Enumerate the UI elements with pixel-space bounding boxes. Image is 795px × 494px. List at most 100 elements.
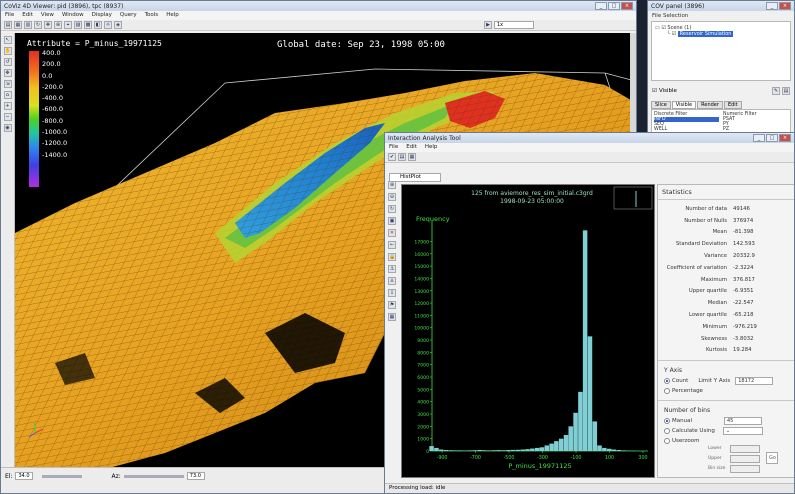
tab-edit[interactable]: Edit [723, 101, 742, 109]
view-icon[interactable]: ◉ [3, 124, 12, 132]
el-field[interactable]: 34.0 [15, 472, 34, 480]
grid-icon[interactable]: ▩ [84, 21, 92, 29]
binsize-field[interactable] [730, 465, 760, 474]
histogram-bar[interactable] [515, 449, 521, 451]
histogram-bar[interactable] [611, 449, 617, 451]
histogram-bar[interactable] [506, 450, 511, 451]
histogram-bar[interactable] [558, 438, 564, 451]
lower-field[interactable] [730, 445, 760, 454]
histogram-bar[interactable] [458, 450, 463, 451]
anchor-icon[interactable]: ⚓ [388, 265, 396, 273]
print-icon[interactable]: ▤ [398, 153, 406, 161]
percentage-radio[interactable]: Percentage [658, 386, 794, 396]
close-button[interactable]: × [779, 2, 791, 10]
rotate-icon[interactable]: ↻ [34, 21, 42, 29]
histogram-bar[interactable] [592, 421, 598, 451]
pan-icon[interactable]: ✥ [44, 21, 52, 29]
histogram-bar[interactable] [491, 450, 497, 451]
histogram-bar[interactable] [448, 450, 454, 451]
filter-icon[interactable]: ◈ [114, 21, 122, 29]
menu-edit[interactable]: Edit [406, 144, 417, 151]
calculate-radio[interactable]: Calculate Using ⌄ [658, 426, 794, 436]
select-icon[interactable]: ↖ [3, 36, 12, 44]
menu-window[interactable]: Window [62, 12, 84, 19]
userzoom-radio[interactable]: Userzoom [658, 436, 794, 446]
visible-checkbox[interactable]: ☑ [652, 88, 657, 94]
layers-icon[interactable]: ▤ [782, 87, 790, 95]
light-icon[interactable]: ☼ [104, 21, 112, 29]
histogram-bar[interactable] [438, 449, 444, 451]
histogram-bar[interactable] [510, 449, 516, 451]
histogram-bar[interactable] [482, 450, 487, 451]
menu-view[interactable]: View [41, 12, 54, 19]
menu-display[interactable]: Display [92, 12, 112, 19]
zoom-in-icon[interactable]: ⊕ [388, 181, 396, 189]
histogram-bar[interactable] [472, 450, 478, 451]
close-button[interactable]: × [779, 134, 791, 142]
save-icon[interactable]: ▦ [14, 21, 22, 29]
histogram-bar[interactable] [520, 449, 526, 451]
scale-icon[interactable]: ⇲ [3, 80, 12, 88]
histogram-bar[interactable] [568, 426, 573, 451]
histogram-bar[interactable] [477, 450, 482, 451]
histogram-bar[interactable] [597, 445, 602, 451]
print-icon[interactable]: ▥ [24, 21, 32, 29]
histogram-bar[interactable] [429, 446, 434, 451]
histogram-bar[interactable] [563, 434, 569, 451]
tab-slice[interactable]: Slice [651, 101, 671, 109]
count-radio[interactable]: Count Limit Y Axis 18172 [658, 376, 794, 386]
menu-help[interactable]: Help [425, 144, 438, 151]
az-field[interactable]: 73.0 [186, 472, 205, 480]
histogram-bar[interactable] [621, 450, 626, 451]
histogram-bar[interactable] [606, 448, 612, 451]
menu-query[interactable]: Query [120, 12, 137, 19]
select-icon[interactable]: ▣ [388, 217, 396, 225]
menu-tools[interactable]: Tools [145, 12, 159, 19]
speed-combo[interactable]: 1x [494, 21, 534, 29]
histogram-bar[interactable] [467, 450, 473, 451]
hand-icon[interactable]: ✋ [3, 47, 12, 55]
maximize-button[interactable]: □ [608, 2, 620, 10]
histogram-bar[interactable] [453, 450, 458, 451]
person-icon[interactable]: ♙ [388, 277, 396, 285]
home-icon[interactable]: ⌂ [3, 91, 12, 99]
tab-render[interactable]: Render [697, 101, 723, 109]
preview-box[interactable] [613, 186, 653, 210]
back-icon[interactable]: ← [388, 241, 396, 249]
histogram-bar[interactable] [587, 336, 593, 451]
zoom-out-icon[interactable]: − [3, 113, 12, 121]
export-icon[interactable]: ⇩ [388, 289, 396, 297]
maximize-button[interactable]: □ [766, 134, 778, 142]
histogram-bar[interactable] [573, 412, 578, 451]
histogram-bar[interactable] [443, 450, 449, 451]
histogram-bar[interactable] [582, 230, 588, 451]
menu-file[interactable]: File [389, 144, 398, 151]
menu-edit[interactable]: Edit [22, 12, 33, 19]
open-icon[interactable]: ▤ [4, 21, 12, 29]
histogram-bar[interactable] [578, 391, 583, 451]
upper-field[interactable] [730, 455, 760, 464]
axis-icon[interactable]: ⌖ [64, 21, 72, 29]
el-slider[interactable] [42, 474, 83, 478]
histogram-bar[interactable] [486, 450, 492, 451]
move-icon[interactable]: ✥ [3, 69, 12, 77]
histogram-bar[interactable] [616, 450, 622, 451]
histogram-bar[interactable] [534, 447, 540, 451]
zoom-out-icon[interactable]: ⊖ [388, 193, 396, 201]
refresh-icon[interactable]: ↻ [388, 205, 396, 213]
az-slider[interactable] [123, 474, 184, 478]
save-icon[interactable]: ▦ [408, 153, 416, 161]
minimize-button[interactable]: _ [753, 134, 765, 142]
histogram-bar[interactable] [530, 448, 535, 451]
minimize-button[interactable]: _ [766, 2, 778, 10]
histogram-bar[interactable] [501, 450, 506, 451]
histogram-bar[interactable] [549, 443, 554, 451]
calculate-select[interactable]: ⌄ [722, 427, 763, 436]
histogram-bar[interactable] [525, 449, 530, 451]
bins-field[interactable]: 45 [724, 417, 762, 426]
zoom-icon[interactable]: ⊕ [54, 21, 62, 29]
histogram-bar[interactable] [539, 447, 545, 451]
play-icon[interactable]: ▶ [484, 21, 492, 29]
tag-icon[interactable]: ⚑ [388, 301, 396, 309]
menu-file[interactable]: File [5, 12, 14, 19]
